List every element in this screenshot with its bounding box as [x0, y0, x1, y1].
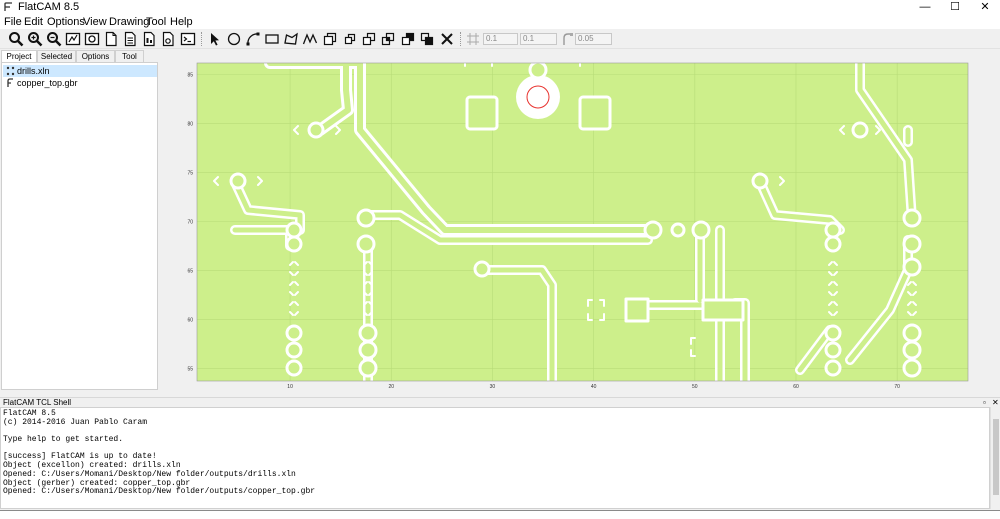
tcl-shell-input[interactable]: [0, 510, 1000, 519]
excellon-icon: [6, 66, 15, 76]
tcl-shell-header: FlatCAM TCL Shell ▫ ✕: [0, 397, 1000, 407]
plot-area[interactable]: 10 20 30 40 50 60 70 85 80 75 70 65 60 55: [160, 50, 1000, 395]
snap-max-input[interactable]: 0.05: [575, 33, 612, 45]
menu-bar: File Edit Options View Drawing Tool Help: [0, 14, 1000, 29]
pcb-plot-canvas[interactable]: 10 20 30 40 50 60 70 85 80 75 70 65 60 55: [160, 50, 1000, 395]
grid-snap-icon[interactable]: [465, 31, 481, 47]
polygon-icon[interactable]: [283, 31, 299, 47]
grid-y-input[interactable]: 0.1: [520, 33, 557, 45]
y-axis-ticks: 85 80 75 70 65 60 55: [187, 73, 193, 373]
cut-icon[interactable]: [419, 31, 435, 47]
tab-tool[interactable]: Tool: [115, 50, 144, 62]
toolbar-separator: [460, 32, 461, 46]
y-tick-label: 60: [187, 317, 193, 323]
tab-selected[interactable]: Selected: [37, 50, 76, 62]
tcl-shell-icon[interactable]: [180, 31, 196, 47]
path-icon[interactable]: [302, 31, 318, 47]
circle-icon[interactable]: [226, 31, 242, 47]
notebook-tabs: Project Selected Options Tool: [0, 50, 160, 62]
y-tick-label: 55: [187, 366, 193, 372]
tab-project[interactable]: Project: [1, 50, 37, 62]
x-tick-label: 50: [692, 384, 698, 390]
clear-plot-icon[interactable]: [84, 31, 100, 47]
toolbar-separator: [201, 32, 202, 46]
project-item-drills[interactable]: drills.xln: [3, 65, 157, 77]
flatcam-app-icon: [4, 2, 12, 11]
tab-options[interactable]: Options: [76, 50, 115, 62]
y-tick-label: 85: [187, 73, 193, 79]
open-file-icon[interactable]: [122, 31, 138, 47]
shell-line: Opened: C:/Users/Momani/Desktop/New fold…: [3, 487, 316, 497]
replot-icon[interactable]: [65, 31, 81, 47]
union-icon[interactable]: [361, 31, 377, 47]
y-tick-label: 80: [187, 122, 193, 128]
window-title: FlatCAM 8.5: [18, 1, 80, 13]
open-excellon-icon[interactable]: [160, 31, 176, 47]
toolbar: 0.1 0.1 0.05: [0, 29, 1000, 49]
project-item-label: copper_top.gbr: [17, 78, 78, 88]
subtraction-icon[interactable]: [400, 31, 416, 47]
rectangle-icon[interactable]: [264, 31, 280, 47]
zoom-out-icon[interactable]: [46, 31, 62, 47]
menu-edit[interactable]: Edit: [24, 16, 43, 28]
menu-help[interactable]: Help: [170, 16, 193, 28]
title-bar: FlatCAM 8.5 — ☐ ✕: [0, 0, 1000, 14]
arc-icon[interactable]: [245, 31, 261, 47]
y-tick-label: 75: [187, 171, 193, 177]
menu-drawing[interactable]: Drawing: [109, 16, 149, 28]
close-button[interactable]: ✕: [970, 0, 1000, 14]
x-tick-label: 10: [287, 384, 293, 390]
project-panel: drills.xln copper_top.gbr: [1, 62, 158, 390]
shell-line: Type help to get started.: [3, 435, 124, 445]
zoom-in-icon[interactable]: [27, 31, 43, 47]
zoom-fit-icon[interactable]: [8, 31, 24, 47]
delete-icon[interactable]: [439, 31, 455, 47]
select-icon[interactable]: [207, 31, 223, 47]
project-item-copper-top[interactable]: copper_top.gbr: [3, 77, 157, 89]
scrollbar-thumb[interactable]: [993, 419, 999, 495]
new-file-icon[interactable]: [103, 31, 119, 47]
y-tick-label: 70: [187, 220, 193, 226]
shell-line: (c) 2014-2016 Juan Pablo Caram: [3, 417, 148, 427]
move-icon[interactable]: [322, 31, 338, 47]
maximize-button[interactable]: ☐: [940, 0, 970, 14]
x-tick-label: 20: [388, 384, 394, 390]
menu-file[interactable]: File: [4, 16, 22, 28]
x-tick-label: 70: [894, 384, 900, 390]
snap-max-icon[interactable]: [560, 31, 576, 47]
grid-x-input[interactable]: 0.1: [483, 33, 518, 45]
gerber-icon: [7, 78, 13, 87]
copper-pad: [528, 63, 548, 80]
x-tick-label: 30: [490, 384, 496, 390]
x-axis-ticks: 10 20 30 40 50 60 70: [287, 384, 900, 390]
copy-icon[interactable]: [342, 31, 358, 47]
menu-tool[interactable]: Tool: [146, 16, 166, 28]
x-tick-label: 40: [591, 384, 597, 390]
open-gerber-icon[interactable]: [141, 31, 157, 47]
minimize-button[interactable]: —: [910, 0, 940, 14]
mounting-pad: [516, 75, 560, 119]
menu-view[interactable]: View: [83, 16, 107, 28]
shell-line: FlatCAM 8.5: [3, 409, 56, 418]
intersection-icon[interactable]: [380, 31, 396, 47]
menu-options[interactable]: Options: [47, 16, 85, 28]
project-item-label: drills.xln: [17, 66, 50, 76]
tcl-shell-output[interactable]: FlatCAM 8.5 (c) 2014-2016 Juan Pablo Car…: [0, 407, 990, 509]
shell-scrollbar[interactable]: [990, 407, 1000, 509]
y-tick-label: 65: [187, 268, 193, 274]
x-tick-label: 60: [793, 384, 799, 390]
